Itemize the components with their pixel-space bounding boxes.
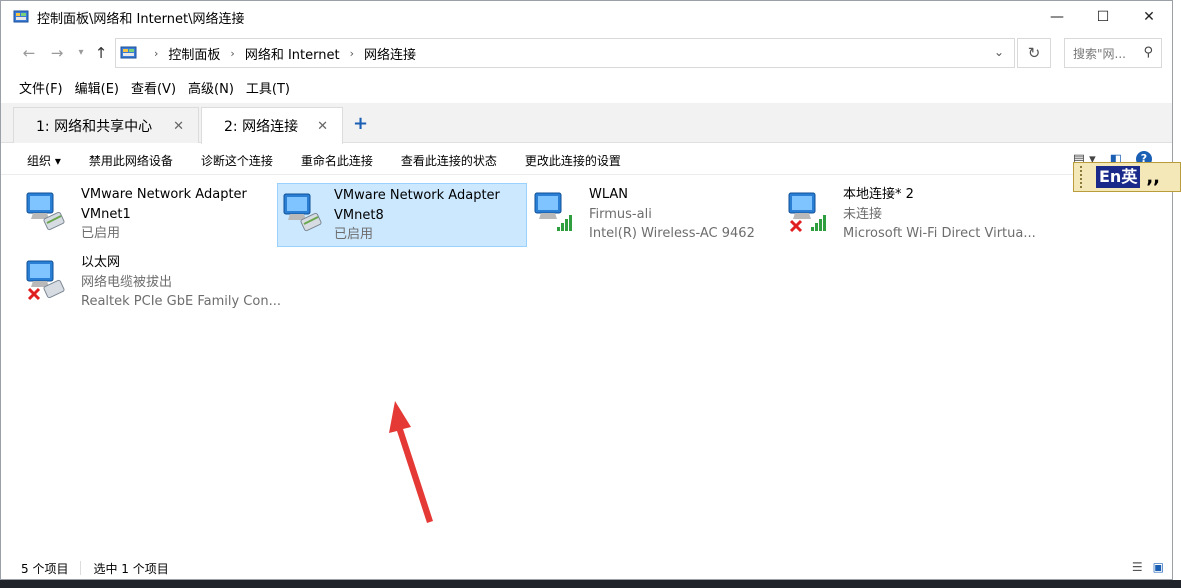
breadcrumb-network-internet[interactable]: 网络和 Internet	[245, 44, 340, 63]
item-count: 5 个项目	[21, 561, 69, 576]
close-tab-icon[interactable]: ✕	[173, 119, 184, 134]
connection-ethernet[interactable]: 以太网 网络电缆被拔出 Realtek PCIe GbE Family Con.…	[19, 249, 281, 313]
tab-network-sharing-center[interactable]: 1: 网络和共享中心 ✕	[13, 107, 199, 143]
menu-view[interactable]: 查看(V)	[125, 79, 182, 101]
connections-list: VMware Network Adapter VMnet1 已启用 VMware…	[1, 177, 1172, 553]
window-title: 控制面板\网络和 Internet\网络连接	[37, 11, 245, 27]
connection-name: VMware Network Adapter	[81, 187, 247, 202]
ethernet-disconnected-icon	[25, 257, 69, 301]
command-bar: 组织 ▾ 禁用此网络设备 诊断这个连接 重命名此连接 查看此连接的状态 更改此连…	[1, 147, 1172, 175]
search-input[interactable]: 搜索"网... ⚲	[1064, 38, 1162, 68]
connection-name-line2: VMnet8	[334, 207, 384, 223]
search-placeholder: 搜索"网...	[1073, 46, 1126, 61]
close-tab-icon[interactable]: ✕	[317, 119, 328, 134]
search-icon: ⚲	[1143, 45, 1153, 60]
refresh-icon: ↻	[1027, 44, 1041, 62]
taskbar-strip	[0, 580, 1181, 588]
breadcrumb-control-panel[interactable]: 控制面板	[168, 44, 220, 63]
network-adapter-icon	[25, 189, 69, 233]
tab-label: 1: 网络和共享中心	[36, 118, 153, 135]
wifi-adapter-disconnected-icon	[787, 189, 831, 233]
annotation-arrow-icon	[389, 401, 433, 523]
connection-status: 未连接	[843, 206, 883, 222]
up-arrow-icon[interactable]: ↑	[91, 43, 111, 63]
minimize-button[interactable]: —	[1034, 1, 1080, 33]
connection-status: 网络电缆被拔出	[81, 274, 173, 290]
network-adapter-icon	[282, 190, 326, 234]
change-settings-button[interactable]: 更改此连接的设置	[525, 152, 621, 169]
close-button[interactable]: ✕	[1126, 1, 1172, 33]
tab-network-connections[interactable]: 2: 网络连接 ✕	[201, 107, 343, 144]
breadcrumb-separator-icon[interactable]: ›	[350, 47, 354, 60]
organize-button[interactable]: 组织 ▾	[27, 152, 61, 169]
maximize-button[interactable]: ☐	[1080, 1, 1126, 33]
window-controls: — ☐ ✕	[1034, 1, 1172, 33]
connection-status: 已启用	[81, 226, 121, 241]
connection-name-line2: VMnet1	[81, 206, 131, 222]
ime-toolbar[interactable]: En英 ,,	[1073, 162, 1181, 192]
menu-tools[interactable]: 工具(T)	[240, 79, 296, 101]
view-status-button[interactable]: 查看此连接的状态	[401, 152, 497, 169]
new-tab-plus-icon[interactable]: +	[353, 113, 368, 134]
rename-connection-button[interactable]: 重命名此连接	[301, 152, 373, 169]
status-bar: 5 个项目 选中 1 个项目 ☰ ▣	[1, 557, 1172, 579]
recent-locations-chevron-icon[interactable]: ▾	[71, 43, 91, 63]
connection-vmnet1[interactable]: VMware Network Adapter VMnet1 已启用	[19, 181, 269, 245]
connection-device: Microsoft Wi-Fi Direct Virtua...	[843, 226, 1036, 241]
forward-arrow-icon[interactable]: →	[47, 43, 67, 63]
address-bar[interactable]: › 控制面板 › 网络和 Internet › 网络连接 ⌄	[115, 38, 1015, 68]
ime-grip-icon[interactable]	[1080, 166, 1090, 188]
connection-device: Realtek PCIe GbE Family Con...	[81, 294, 281, 309]
connection-name: VMware Network Adapter	[334, 188, 500, 203]
address-dropdown-chevron-icon[interactable]: ⌄	[994, 45, 1004, 59]
large-icons-view-icon[interactable]: ▣	[1153, 560, 1164, 574]
diagnose-connection-button[interactable]: 诊断这个连接	[201, 152, 273, 169]
connection-name: 以太网	[81, 255, 121, 270]
explorer-window: 控制面板\网络和 Internet\网络连接 — ☐ ✕ ← → ▾ ↑ › 控…	[0, 0, 1173, 580]
refresh-button[interactable]: ↻	[1017, 38, 1051, 68]
tab-label: 2: 网络连接	[224, 119, 299, 135]
control-panel-icon	[13, 9, 29, 25]
title-bar: 控制面板\网络和 Internet\网络连接 — ☐ ✕	[1, 1, 1172, 33]
connection-status: 已启用	[334, 227, 374, 242]
control-panel-icon	[120, 44, 138, 62]
connection-status: Firmus-ali	[589, 206, 652, 222]
menu-bar: 文件(F) 编辑(E) 查看(V) 高级(N) 工具(T)	[1, 79, 1172, 101]
breadcrumb-network-connections[interactable]: 网络连接	[364, 44, 416, 63]
ime-mode-toggle[interactable]: En英	[1096, 166, 1141, 188]
disable-device-button[interactable]: 禁用此网络设备	[89, 152, 173, 169]
address-row: ← → ▾ ↑ › 控制面板 › 网络和 Internet › 网络连接 ⌄ ↻…	[1, 37, 1172, 71]
tab-bar: 1: 网络和共享中心 ✕ 2: 网络连接 ✕ +	[1, 103, 1172, 144]
connection-name: WLAN	[589, 187, 629, 202]
connection-name: 本地连接* 2	[843, 187, 914, 202]
selected-count: 选中 1 个项目	[93, 561, 169, 576]
connection-local-2[interactable]: 本地连接* 2 未连接 Microsoft Wi-Fi Direct Virtu…	[781, 181, 1041, 245]
menu-file[interactable]: 文件(F)	[13, 79, 69, 101]
menu-advanced[interactable]: 高级(N)	[182, 79, 240, 101]
breadcrumb-separator-icon[interactable]: ›	[154, 47, 158, 60]
connection-vmnet8[interactable]: VMware Network Adapter VMnet8 已启用	[277, 183, 527, 247]
back-arrow-icon[interactable]: ←	[19, 43, 39, 63]
status-divider	[80, 561, 82, 575]
menu-edit[interactable]: 编辑(E)	[69, 79, 125, 101]
connection-wlan[interactable]: WLAN Firmus-ali Intel(R) Wireless-AC 946…	[527, 181, 777, 245]
wifi-adapter-icon	[533, 189, 577, 233]
connection-device: Intel(R) Wireless-AC 9462	[589, 226, 755, 241]
view-buttons: ☰ ▣	[1132, 560, 1164, 574]
details-view-icon[interactable]: ☰	[1132, 560, 1143, 574]
ime-punctuation-toggle[interactable]: ,,	[1146, 167, 1160, 188]
breadcrumb-separator-icon[interactable]: ›	[230, 47, 234, 60]
